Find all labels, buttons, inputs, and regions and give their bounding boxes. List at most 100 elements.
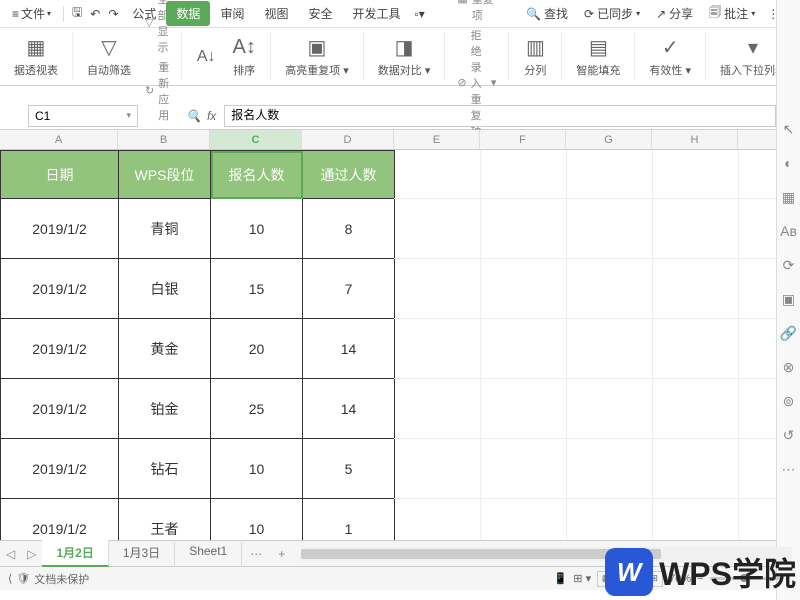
cell[interactable]: 14 (303, 379, 395, 439)
cell[interactable]: 25 (211, 379, 303, 439)
cell[interactable]: 5 (303, 439, 395, 499)
show-all-button[interactable]: ▽ 全部显示 (141, 0, 173, 56)
cell[interactable]: 钻石 (119, 439, 211, 499)
col-header-D[interactable]: D (302, 130, 394, 149)
sheet-nav-next[interactable]: ▷ (21, 547, 42, 561)
split-col-button[interactable]: ▥ 分列 (517, 34, 553, 80)
column-headers: ABCDEFGH (0, 130, 776, 150)
cell[interactable]: 王者 (119, 499, 211, 541)
grid-icon[interactable]: ⊞ ▾ (573, 572, 591, 585)
cell[interactable]: 黄金 (119, 319, 211, 379)
table-header[interactable]: 通过人数 (303, 151, 395, 199)
formula-input[interactable]: 报名人数 (224, 105, 776, 127)
more-icon[interactable]: ⋯ (780, 460, 798, 478)
reapply-label: 重新应用 (158, 59, 169, 123)
share-button[interactable]: ↗ 分享 (652, 3, 697, 24)
validity-button[interactable]: ✓ 有效性 ▾ (643, 34, 697, 80)
cell[interactable]: 10 (211, 439, 303, 499)
delete-dup-button[interactable]: ▦ 删除重复项 (453, 0, 500, 24)
eye-icon[interactable]: ⊗ (780, 358, 798, 376)
cell[interactable]: 7 (303, 259, 395, 319)
wps-logo-icon: W (605, 548, 653, 596)
col-header-G[interactable]: G (566, 130, 652, 149)
name-box[interactable]: C1 (28, 105, 138, 127)
cursor-icon[interactable]: ↖ (780, 120, 798, 138)
cell[interactable]: 2019/1/2 (1, 259, 119, 319)
search-button[interactable]: 🔍 查找 (522, 3, 572, 24)
table-header[interactable]: WPS段位 (119, 151, 211, 199)
cell[interactable]: 2019/1/2 (1, 199, 119, 259)
time-icon[interactable]: ↺ (780, 426, 798, 444)
file-menu[interactable]: ≡ 文件 ▾ (4, 3, 59, 24)
table-header[interactable]: 报名人数 (211, 151, 303, 199)
abc-icon[interactable]: Aв (780, 222, 798, 240)
table-icon[interactable]: ▦ (780, 188, 798, 206)
sync-icon: ⟳ (584, 7, 594, 21)
delete-dup-icon: ▦ (457, 0, 467, 5)
redo-icon[interactable]: ↷ (104, 5, 122, 23)
table-row: 2019/1/2铂金2514 (1, 379, 395, 439)
tab-视图[interactable]: 视图 (254, 1, 298, 26)
reapply-icon: ↻ (145, 84, 154, 97)
formula-bar: C1 🔍 fx 报名人数 (0, 102, 800, 130)
cell[interactable]: 10 (211, 199, 303, 259)
sheet-more[interactable]: ⋯ (242, 547, 270, 561)
sort-button[interactable]: A↕ 排序 (226, 34, 262, 80)
sheet-tab-1月2日[interactable]: 1月2日 (42, 540, 108, 567)
cell[interactable]: 10 (211, 499, 303, 541)
filter-button[interactable]: ▽ 自动筛选 (81, 34, 137, 80)
col-header-C[interactable]: C (210, 130, 302, 149)
link-icon[interactable]: ⟳ (780, 256, 798, 274)
more-menu[interactable]: ▫▾ (411, 5, 429, 23)
cell[interactable]: 15 (211, 259, 303, 319)
col-header-E[interactable]: E (394, 130, 480, 149)
sheet-add[interactable]: + (270, 547, 293, 561)
image-icon[interactable]: ▣ (780, 290, 798, 308)
smart-fill-button[interactable]: ▤ 智能填充 (570, 34, 626, 80)
cell[interactable]: 1 (303, 499, 395, 541)
cell[interactable]: 2019/1/2 (1, 319, 119, 379)
sheet-nav-prev[interactable]: ◁ (0, 547, 21, 561)
sync-button[interactable]: ⟳ 已同步 ▾ (580, 3, 644, 24)
empty-cells[interactable] (394, 150, 776, 540)
chain-icon[interactable]: 🔗 (780, 324, 798, 342)
cell[interactable]: 铂金 (119, 379, 211, 439)
highlight-dup-button[interactable]: ▣ 高亮重复项 ▾ (279, 34, 355, 80)
compare-icon: ◨ (392, 36, 416, 60)
pivot-label: 据透视表 (14, 62, 58, 78)
tab-审阅[interactable]: 审阅 (210, 1, 254, 26)
table-header[interactable]: 日期 (1, 151, 119, 199)
cell[interactable]: 青铜 (119, 199, 211, 259)
cell-ref: C1 (35, 109, 50, 123)
cell[interactable]: 2019/1/2 (1, 499, 119, 541)
cell[interactable]: 14 (303, 319, 395, 379)
col-header-F[interactable]: F (480, 130, 566, 149)
col-header-A[interactable]: A (0, 130, 118, 149)
tab-安全[interactable]: 安全 (298, 1, 342, 26)
cell[interactable]: 2019/1/2 (1, 379, 119, 439)
cell[interactable]: 2019/1/2 (1, 439, 119, 499)
sheet-tab-1月3日[interactable]: 1月3日 (109, 540, 175, 567)
col-header-H[interactable]: H (652, 130, 738, 149)
highlight-icon: ▣ (305, 36, 329, 60)
split-label: 分列 (524, 62, 546, 78)
cell[interactable]: 20 (211, 319, 303, 379)
select-icon[interactable]: ◐ (780, 154, 798, 172)
compare-button[interactable]: ◨ 数据对比 ▾ (372, 34, 437, 80)
undo-icon[interactable]: ↶ (86, 5, 104, 23)
sheet-tab-Sheet1[interactable]: Sheet1 (175, 540, 242, 567)
fx-label[interactable]: 🔍 fx (178, 109, 224, 123)
cell[interactable]: 白银 (119, 259, 211, 319)
phone-icon[interactable]: 📱 (554, 572, 568, 585)
pivot-table-button[interactable]: ▦ 据透视表 (8, 34, 64, 80)
back-icon[interactable]: ⟨ (8, 572, 12, 585)
gear-icon[interactable]: ⊚ (780, 392, 798, 410)
save-icon[interactable]: 🖫 (68, 1, 86, 26)
col-header-B[interactable]: B (118, 130, 210, 149)
tab-开发工具[interactable]: 开发工具 (342, 1, 410, 26)
cell[interactable]: 8 (303, 199, 395, 259)
show-all-label: 全部显示 (157, 0, 169, 55)
reapply-button[interactable]: ↻ 重新应用 (141, 58, 173, 124)
annotate-button[interactable]: 🗐 批注 ▾ (705, 1, 759, 26)
sort-asc[interactable]: A↓ (190, 45, 222, 69)
